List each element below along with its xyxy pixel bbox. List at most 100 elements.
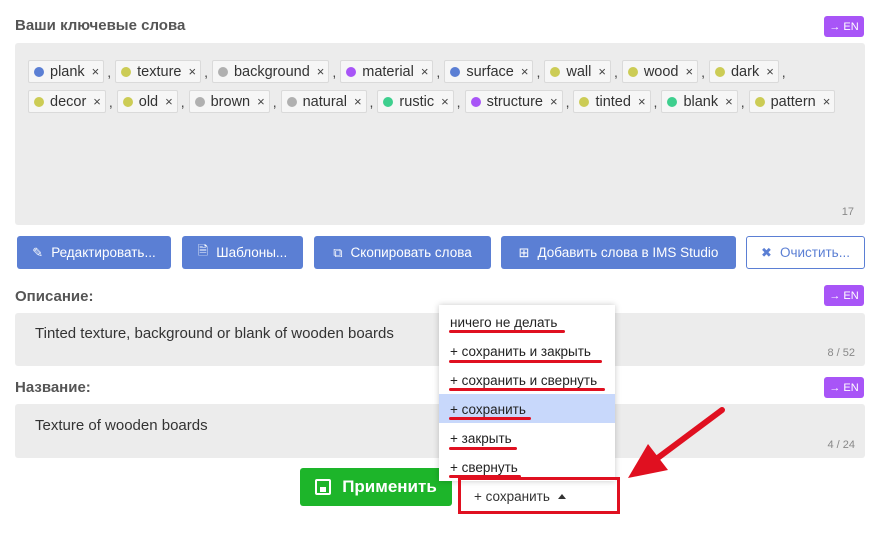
- keyword-item: blank ×,: [661, 90, 748, 113]
- remove-keyword-icon[interactable]: ×: [92, 64, 100, 79]
- keyword-item: brown ×,: [188, 90, 281, 113]
- remove-keyword-icon[interactable]: ×: [257, 94, 265, 109]
- keyword-chip[interactable]: rustic ×: [377, 90, 454, 113]
- keyword-chip[interactable]: material ×: [340, 60, 434, 83]
- templates-button[interactable]: 🗎 Шаблоны...: [182, 236, 303, 269]
- keywords-box[interactable]: plank ×, texture ×, background ×, material ×, su…: [15, 43, 865, 225]
- keyword-chip[interactable]: texture ×: [115, 60, 202, 83]
- apply-button-label: Применить: [342, 477, 437, 496]
- keyword-item: tinted ×,: [573, 90, 661, 113]
- keyword-category-dot: [346, 66, 357, 77]
- keyword-label: plank: [50, 63, 85, 80]
- remove-keyword-icon[interactable]: ×: [421, 64, 429, 79]
- keyword-category-dot: [714, 66, 725, 77]
- remove-keyword-icon[interactable]: ×: [317, 64, 325, 79]
- keyword-chip[interactable]: decor ×: [28, 90, 106, 113]
- keyword-category-dot: [627, 66, 638, 77]
- remove-keyword-icon[interactable]: ×: [550, 94, 558, 109]
- keyword-chip[interactable]: wood ×: [621, 60, 699, 83]
- after-apply-dropdown-menu: ничего не делать + сохранить и закрыть +…: [439, 305, 615, 481]
- remove-keyword-icon[interactable]: ×: [638, 94, 646, 109]
- apply-button[interactable]: Применить: [300, 468, 452, 506]
- option-save-and-minimize[interactable]: + сохранить и свернуть: [439, 365, 615, 394]
- keyword-separator: ,: [536, 63, 541, 80]
- keyword-chip[interactable]: brown ×: [188, 90, 270, 113]
- remove-keyword-icon[interactable]: ×: [686, 64, 694, 79]
- keyword-chip[interactable]: background ×: [211, 60, 330, 83]
- remove-keyword-icon[interactable]: ×: [93, 94, 101, 109]
- remove-keyword-icon[interactable]: ×: [823, 94, 831, 109]
- keyword-separator: ,: [272, 93, 277, 110]
- description-translate-button[interactable]: → EN: [824, 285, 864, 306]
- keyword-chip[interactable]: dark ×: [708, 60, 779, 83]
- keyword-label: old: [138, 93, 159, 110]
- remove-keyword-icon[interactable]: ×: [441, 94, 449, 109]
- option-close[interactable]: + закрыть: [439, 423, 615, 452]
- add-to-ims-button[interactable]: ⊞ Добавить слова в IMS Studio: [501, 236, 736, 269]
- annotation-underline: [449, 417, 531, 420]
- name-value: Texture of wooden boards: [35, 417, 208, 434]
- annotation-underline: [449, 360, 602, 363]
- keyword-item: pattern ×: [748, 90, 836, 113]
- clear-button[interactable]: ✖ Очистить...: [746, 236, 865, 269]
- document-icon: 🗎: [197, 242, 209, 258]
- option-label: + сохранить: [450, 402, 526, 417]
- name-counter: 4 / 24: [827, 439, 855, 451]
- remove-keyword-icon[interactable]: ×: [165, 94, 173, 109]
- keyword-chip[interactable]: old ×: [116, 90, 178, 113]
- keyword-separator: ,: [701, 63, 705, 80]
- keyword-label: wood: [643, 63, 679, 80]
- name-translate-button[interactable]: → EN: [824, 377, 864, 398]
- keyword-label: texture: [137, 63, 182, 80]
- keyword-separator: ,: [332, 63, 337, 80]
- annotation-highlight-box: [458, 477, 620, 514]
- keyword-count: 17: [841, 206, 854, 218]
- description-title: Описание:: [15, 288, 94, 305]
- keyword-separator: ,: [107, 63, 112, 80]
- keyword-item: background ×,: [211, 60, 340, 83]
- keyword-category-dot: [286, 96, 297, 107]
- keyword-separator: ,: [180, 93, 185, 110]
- option-save-and-close[interactable]: + сохранить и закрыть: [439, 336, 615, 365]
- annotation-underline: [449, 330, 565, 333]
- option-label: ничего не делать: [450, 315, 558, 330]
- option-label: + сохранить и закрыть: [450, 344, 591, 359]
- remove-keyword-icon[interactable]: ×: [725, 94, 733, 109]
- keyword-item: old ×,: [116, 90, 189, 113]
- keywords-title: Ваши ключевые слова: [15, 17, 186, 34]
- keyword-separator: ,: [204, 63, 208, 80]
- keyword-chip[interactable]: structure ×: [464, 90, 563, 113]
- keyword-item: wall ×,: [544, 60, 621, 83]
- keyword-label: wall: [566, 63, 592, 80]
- edit-button[interactable]: ✎ Редактировать...: [17, 236, 171, 269]
- keyword-chip[interactable]: wall ×: [544, 60, 611, 83]
- copy-words-button[interactable]: ⧉ Скопировать слова: [314, 236, 491, 269]
- remove-keyword-icon[interactable]: ×: [521, 64, 529, 79]
- keyword-item: plank ×,: [28, 60, 115, 83]
- copy-words-button-label: Скопировать слова: [350, 245, 472, 260]
- option-do-nothing[interactable]: ничего не делать: [439, 307, 615, 336]
- keywords-translate-button[interactable]: → EN: [824, 16, 864, 37]
- keyword-item: surface ×,: [444, 60, 544, 83]
- save-icon: [315, 479, 332, 495]
- pencil-icon: ✎: [32, 244, 44, 260]
- keyword-item: decor ×,: [28, 90, 117, 113]
- keyword-chip[interactable]: surface ×: [444, 60, 534, 83]
- keyword-chip[interactable]: natural ×: [280, 90, 367, 113]
- keyword-chip[interactable]: pattern ×: [748, 90, 836, 113]
- keyword-chip[interactable]: tinted ×: [573, 90, 651, 113]
- option-save[interactable]: + сохранить: [439, 394, 615, 423]
- keyword-item: dark ×,: [708, 60, 790, 83]
- keyword-separator: ,: [369, 93, 374, 110]
- remove-keyword-icon[interactable]: ×: [189, 64, 197, 79]
- keyword-separator: ,: [740, 93, 745, 110]
- remove-keyword-icon[interactable]: ×: [598, 64, 606, 79]
- keyword-chip[interactable]: blank ×: [661, 90, 738, 113]
- keyword-category-dot: [194, 96, 205, 107]
- remove-keyword-icon[interactable]: ×: [766, 64, 774, 79]
- keyword-chip[interactable]: plank ×: [28, 60, 105, 83]
- remove-keyword-icon[interactable]: ×: [354, 94, 362, 109]
- keyword-category-dot: [383, 96, 394, 107]
- keyword-label: background: [233, 63, 310, 80]
- keyword-item: material ×,: [340, 60, 444, 83]
